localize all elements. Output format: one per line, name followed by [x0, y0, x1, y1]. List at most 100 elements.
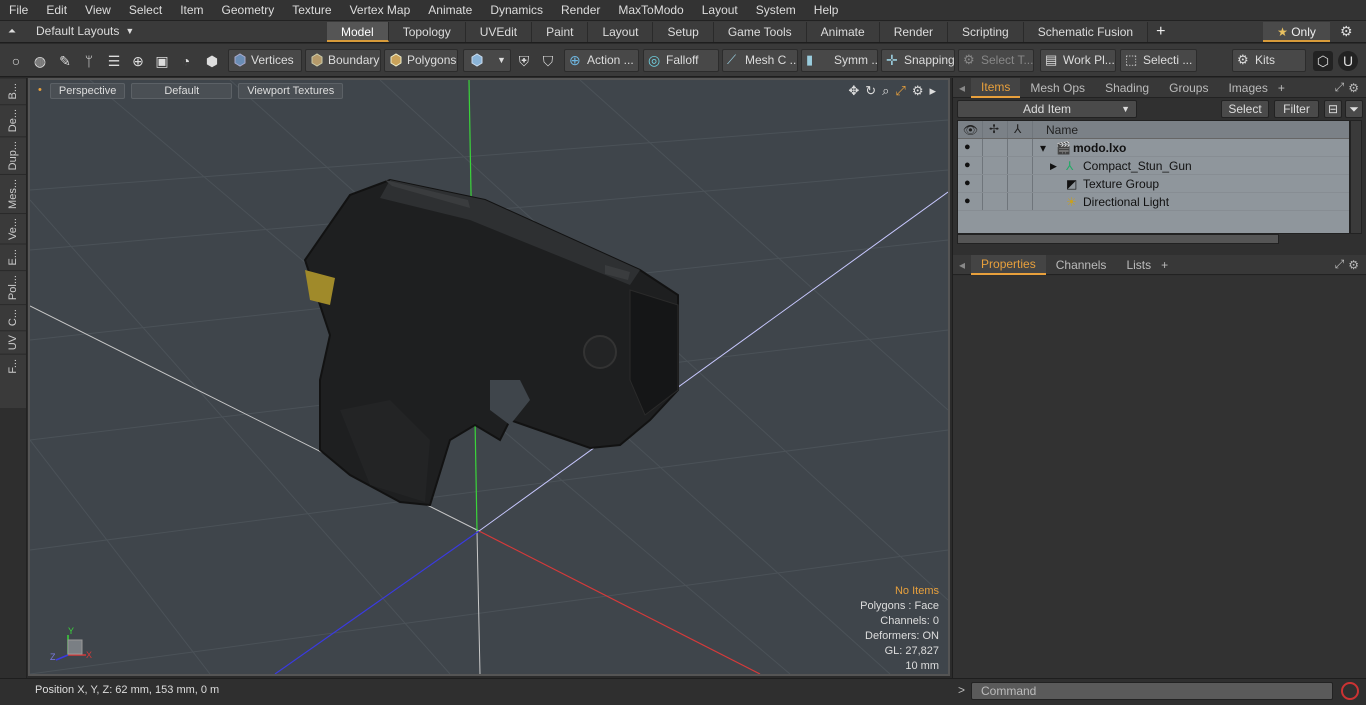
left-tab-mesh[interactable]: Mes... — [0, 174, 26, 214]
left-tab-curve[interactable]: C... — [0, 303, 26, 330]
item-mode-dropdown[interactable]: ▼ — [463, 49, 511, 72]
left-tab-deform[interactable]: De... — [0, 103, 26, 136]
zoom-icon[interactable]: ⌕ — [882, 83, 889, 99]
menu-dynamics[interactable]: Dynamics — [481, 3, 552, 17]
action-center-button[interactable]: ⊕ Action ... — [564, 49, 639, 72]
item-row-scene[interactable]: ● ▾ 🎬 modo.lxo — [958, 139, 1349, 157]
menu-layout[interactable]: Layout — [693, 3, 747, 17]
snapping-button[interactable]: ✛ Snapping — [881, 49, 955, 72]
left-tab-polygon[interactable]: Pol... — [0, 269, 26, 304]
add-tab-button[interactable]: + — [1148, 22, 1173, 42]
axis-icon[interactable]: ⅄ — [1014, 122, 1021, 136]
item-row-mesh[interactable]: ● ▶ ⅄ Compact_Stun_Gun — [958, 157, 1349, 175]
add-tab-button[interactable]: + — [1278, 81, 1285, 95]
clock-icon[interactable]: ◔ — [176, 51, 196, 71]
vertical-scrollbar[interactable] — [1350, 120, 1362, 234]
eye-icon[interactable]: ● — [964, 159, 971, 171]
tab-animate[interactable]: Animate — [806, 22, 880, 42]
item-row-light[interactable]: ● ☀ Directional Light — [958, 193, 1349, 211]
tab-render[interactable]: Render — [879, 22, 949, 42]
menu-geometry[interactable]: Geometry — [213, 3, 284, 17]
layouts-dropdown[interactable]: ⏶ Default Layouts ▼ — [8, 24, 134, 38]
eye-icon[interactable]: ● — [964, 141, 971, 153]
tab-lists[interactable]: Lists — [1116, 256, 1161, 274]
vertices-button[interactable]: Vertices — [228, 49, 302, 72]
menu-texture[interactable]: Texture — [283, 3, 340, 17]
name-header[interactable]: Name — [1046, 123, 1078, 137]
left-tab-uv[interactable]: UV — [0, 329, 26, 355]
shield-check-icon[interactable]: ⛉ — [538, 51, 558, 71]
tab-uvedit[interactable]: UVEdit — [465, 22, 533, 42]
menu-item[interactable]: Item — [171, 3, 212, 17]
tab-paint[interactable]: Paint — [532, 22, 589, 42]
circle-select-icon[interactable]: ○ — [6, 51, 26, 71]
eye-icon[interactable]: 👁 — [963, 123, 978, 137]
panel-grip-icon[interactable]: ◂ — [953, 258, 971, 272]
left-tab-basic[interactable]: B... — [0, 78, 26, 104]
gear-icon[interactable]: ⚙ — [1340, 23, 1353, 40]
horizontal-scrollbar[interactable] — [957, 234, 1279, 244]
tab-images[interactable]: Images — [1218, 79, 1277, 97]
funnel-icon[interactable]: ⏷ — [1345, 100, 1363, 118]
center-icon[interactable]: ⊕ — [128, 51, 148, 71]
mesh-constraint-button[interactable]: ⟋ Mesh C ... — [722, 49, 798, 72]
left-tab-edge[interactable]: E... — [0, 244, 26, 270]
tab-schematic-fusion[interactable]: Schematic Fusion — [1023, 22, 1149, 42]
select-button[interactable]: Select — [1221, 100, 1269, 118]
eye-icon[interactable]: ● — [964, 177, 971, 189]
shield-icon[interactable]: ⛨ — [514, 51, 534, 71]
command-input[interactable]: Command — [971, 682, 1333, 700]
expand-icon[interactable]: ⤢ — [1335, 257, 1349, 272]
left-tab-vertex[interactable]: Ve... — [0, 213, 26, 245]
select-through-button[interactable]: ⚙ Select T... — [958, 49, 1034, 72]
tab-scripting[interactable]: Scripting — [948, 22, 1024, 42]
tab-game-tools[interactable]: Game Tools — [713, 22, 807, 42]
gear-icon[interactable]: ⚙ — [1348, 258, 1366, 272]
work-plane-button[interactable]: ▤ Work Pl... — [1040, 49, 1116, 72]
move-icon[interactable]: ✥ — [848, 83, 859, 99]
tab-items[interactable]: Items — [971, 77, 1021, 98]
tab-mesh-ops[interactable]: Mesh Ops — [1020, 79, 1095, 97]
only-button[interactable]: ★ Only — [1263, 22, 1330, 42]
tab-shading[interactable]: Shading — [1095, 79, 1159, 97]
maximize-icon[interactable]: ⤢ — [895, 83, 905, 99]
shading-dropdown[interactable]: Default — [131, 83, 233, 99]
falloff-button[interactable]: ◎ Falloff — [643, 49, 719, 72]
add-tab-button[interactable]: + — [1161, 258, 1168, 272]
brush-icon[interactable]: ᛘ — [79, 51, 99, 71]
tab-topology[interactable]: Topology — [388, 22, 466, 42]
item-row-texture-group[interactable]: ● ◩ Texture Group — [958, 175, 1349, 193]
viewport-dot-icon[interactable]: • — [36, 83, 44, 99]
menu-view[interactable]: View — [76, 3, 120, 17]
polygons-button[interactable]: Polygons — [384, 49, 458, 72]
record-icon[interactable] — [1341, 682, 1359, 700]
unreal-icon[interactable]: U — [1338, 51, 1358, 71]
expand-icon[interactable]: ⤢ — [1335, 80, 1349, 95]
expand-arrow-icon[interactable]: ▾ — [1040, 141, 1046, 155]
3d-viewport[interactable]: Y X Z • Perspective Default Viewport Tex… — [28, 78, 950, 676]
perspective-dropdown[interactable]: Perspective — [49, 83, 126, 99]
tab-layout[interactable]: Layout — [588, 22, 654, 42]
cube-icon[interactable]: ⬢ — [202, 51, 222, 71]
eye-icon[interactable]: ● — [964, 195, 971, 207]
menu-render[interactable]: Render — [552, 3, 609, 17]
gear-icon[interactable]: ⚙ — [1348, 81, 1366, 95]
collapse-icon[interactable]: ⊟ — [1324, 100, 1342, 118]
tab-groups[interactable]: Groups — [1159, 79, 1218, 97]
selection-sets-button[interactable]: ⬚ Selecti ... — [1120, 49, 1197, 72]
menu-system[interactable]: System — [747, 3, 805, 17]
globe-icon[interactable]: ◍ — [30, 51, 50, 71]
align-icon[interactable]: ☰ — [104, 51, 124, 71]
rotate-icon[interactable]: ↻ — [865, 83, 876, 99]
lock-icon[interactable]: ✢ — [989, 122, 999, 136]
tab-setup[interactable]: Setup — [653, 22, 714, 42]
left-tab-fusion[interactable]: F... — [0, 354, 26, 378]
tab-properties[interactable]: Properties — [971, 254, 1046, 275]
symmetry-button[interactable]: ▮ Symm ... — [801, 49, 878, 72]
kits-button[interactable]: ⚙ Kits — [1232, 49, 1306, 72]
menu-select[interactable]: Select — [120, 3, 171, 17]
tab-model[interactable]: Model — [327, 22, 389, 42]
menu-vertex-map[interactable]: Vertex Map — [341, 3, 420, 17]
add-item-dropdown[interactable]: Add Item ▼ — [957, 100, 1137, 118]
expand-arrow-icon[interactable]: ▶ — [1050, 161, 1057, 172]
